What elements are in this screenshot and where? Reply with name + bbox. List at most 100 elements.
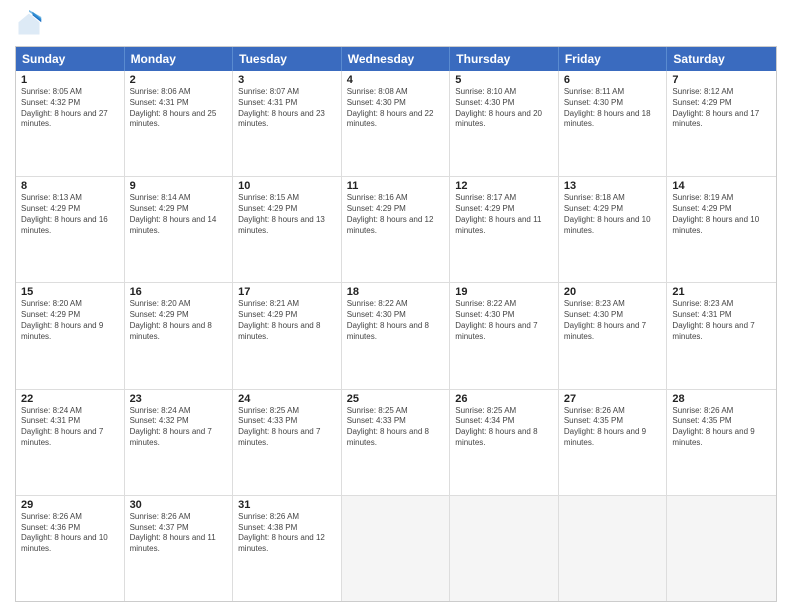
cell-info: Sunrise: 8:26 AMSunset: 4:36 PMDaylight:… <box>21 512 119 555</box>
day-cell-24: 24Sunrise: 8:25 AMSunset: 4:33 PMDayligh… <box>233 390 342 495</box>
day-cell-8: 8Sunrise: 8:13 AMSunset: 4:29 PMDaylight… <box>16 177 125 282</box>
cell-info: Sunrise: 8:14 AMSunset: 4:29 PMDaylight:… <box>130 193 228 236</box>
cell-info: Sunrise: 8:10 AMSunset: 4:30 PMDaylight:… <box>455 87 553 130</box>
day-cell-11: 11Sunrise: 8:16 AMSunset: 4:29 PMDayligh… <box>342 177 451 282</box>
weekday-header-thursday: Thursday <box>450 47 559 71</box>
day-number: 3 <box>238 74 336 86</box>
calendar-row-4: 22Sunrise: 8:24 AMSunset: 4:31 PMDayligh… <box>16 389 776 495</box>
day-cell-16: 16Sunrise: 8:20 AMSunset: 4:29 PMDayligh… <box>125 283 234 388</box>
day-cell-6: 6Sunrise: 8:11 AMSunset: 4:30 PMDaylight… <box>559 71 668 176</box>
day-cell-29: 29Sunrise: 8:26 AMSunset: 4:36 PMDayligh… <box>16 496 125 601</box>
cell-info: Sunrise: 8:20 AMSunset: 4:29 PMDaylight:… <box>21 299 119 342</box>
day-number: 6 <box>564 74 662 86</box>
calendar-row-3: 15Sunrise: 8:20 AMSunset: 4:29 PMDayligh… <box>16 282 776 388</box>
day-number: 23 <box>130 393 228 405</box>
day-number: 14 <box>672 180 771 192</box>
cell-info: Sunrise: 8:26 AMSunset: 4:38 PMDaylight:… <box>238 512 336 555</box>
cell-info: Sunrise: 8:05 AMSunset: 4:32 PMDaylight:… <box>21 87 119 130</box>
day-number: 16 <box>130 286 228 298</box>
cell-info: Sunrise: 8:12 AMSunset: 4:29 PMDaylight:… <box>672 87 771 130</box>
cell-info: Sunrise: 8:07 AMSunset: 4:31 PMDaylight:… <box>238 87 336 130</box>
day-number: 8 <box>21 180 119 192</box>
day-cell-27: 27Sunrise: 8:26 AMSunset: 4:35 PMDayligh… <box>559 390 668 495</box>
empty-cell <box>342 496 451 601</box>
day-cell-26: 26Sunrise: 8:25 AMSunset: 4:34 PMDayligh… <box>450 390 559 495</box>
day-cell-28: 28Sunrise: 8:26 AMSunset: 4:35 PMDayligh… <box>667 390 776 495</box>
cell-info: Sunrise: 8:16 AMSunset: 4:29 PMDaylight:… <box>347 193 445 236</box>
cell-info: Sunrise: 8:21 AMSunset: 4:29 PMDaylight:… <box>238 299 336 342</box>
day-number: 26 <box>455 393 553 405</box>
cell-info: Sunrise: 8:24 AMSunset: 4:31 PMDaylight:… <box>21 406 119 449</box>
weekday-header-sunday: Sunday <box>16 47 125 71</box>
cell-info: Sunrise: 8:23 AMSunset: 4:30 PMDaylight:… <box>564 299 662 342</box>
calendar-row-2: 8Sunrise: 8:13 AMSunset: 4:29 PMDaylight… <box>16 176 776 282</box>
day-cell-2: 2Sunrise: 8:06 AMSunset: 4:31 PMDaylight… <box>125 71 234 176</box>
header <box>15 10 777 38</box>
day-cell-22: 22Sunrise: 8:24 AMSunset: 4:31 PMDayligh… <box>16 390 125 495</box>
page: SundayMondayTuesdayWednesdayThursdayFrid… <box>0 0 792 612</box>
day-cell-12: 12Sunrise: 8:17 AMSunset: 4:29 PMDayligh… <box>450 177 559 282</box>
day-cell-23: 23Sunrise: 8:24 AMSunset: 4:32 PMDayligh… <box>125 390 234 495</box>
day-number: 9 <box>130 180 228 192</box>
cell-info: Sunrise: 8:24 AMSunset: 4:32 PMDaylight:… <box>130 406 228 449</box>
day-cell-9: 9Sunrise: 8:14 AMSunset: 4:29 PMDaylight… <box>125 177 234 282</box>
day-cell-18: 18Sunrise: 8:22 AMSunset: 4:30 PMDayligh… <box>342 283 451 388</box>
day-cell-5: 5Sunrise: 8:10 AMSunset: 4:30 PMDaylight… <box>450 71 559 176</box>
day-cell-15: 15Sunrise: 8:20 AMSunset: 4:29 PMDayligh… <box>16 283 125 388</box>
cell-info: Sunrise: 8:26 AMSunset: 4:37 PMDaylight:… <box>130 512 228 555</box>
day-number: 27 <box>564 393 662 405</box>
day-number: 7 <box>672 74 771 86</box>
calendar-row-1: 1Sunrise: 8:05 AMSunset: 4:32 PMDaylight… <box>16 71 776 176</box>
logo <box>15 10 47 38</box>
day-cell-30: 30Sunrise: 8:26 AMSunset: 4:37 PMDayligh… <box>125 496 234 601</box>
cell-info: Sunrise: 8:20 AMSunset: 4:29 PMDaylight:… <box>130 299 228 342</box>
cell-info: Sunrise: 8:08 AMSunset: 4:30 PMDaylight:… <box>347 87 445 130</box>
day-cell-3: 3Sunrise: 8:07 AMSunset: 4:31 PMDaylight… <box>233 71 342 176</box>
logo-icon <box>15 10 43 38</box>
cell-info: Sunrise: 8:26 AMSunset: 4:35 PMDaylight:… <box>672 406 771 449</box>
cell-info: Sunrise: 8:25 AMSunset: 4:33 PMDaylight:… <box>238 406 336 449</box>
cell-info: Sunrise: 8:22 AMSunset: 4:30 PMDaylight:… <box>455 299 553 342</box>
weekday-header-tuesday: Tuesday <box>233 47 342 71</box>
day-cell-17: 17Sunrise: 8:21 AMSunset: 4:29 PMDayligh… <box>233 283 342 388</box>
day-number: 25 <box>347 393 445 405</box>
day-cell-21: 21Sunrise: 8:23 AMSunset: 4:31 PMDayligh… <box>667 283 776 388</box>
day-number: 30 <box>130 499 228 511</box>
empty-cell <box>450 496 559 601</box>
day-number: 20 <box>564 286 662 298</box>
day-cell-1: 1Sunrise: 8:05 AMSunset: 4:32 PMDaylight… <box>16 71 125 176</box>
calendar: SundayMondayTuesdayWednesdayThursdayFrid… <box>15 46 777 602</box>
weekday-header-friday: Friday <box>559 47 668 71</box>
cell-info: Sunrise: 8:18 AMSunset: 4:29 PMDaylight:… <box>564 193 662 236</box>
day-number: 13 <box>564 180 662 192</box>
day-cell-14: 14Sunrise: 8:19 AMSunset: 4:29 PMDayligh… <box>667 177 776 282</box>
day-cell-7: 7Sunrise: 8:12 AMSunset: 4:29 PMDaylight… <box>667 71 776 176</box>
day-cell-19: 19Sunrise: 8:22 AMSunset: 4:30 PMDayligh… <box>450 283 559 388</box>
day-cell-31: 31Sunrise: 8:26 AMSunset: 4:38 PMDayligh… <box>233 496 342 601</box>
day-cell-25: 25Sunrise: 8:25 AMSunset: 4:33 PMDayligh… <box>342 390 451 495</box>
empty-cell <box>667 496 776 601</box>
calendar-body: 1Sunrise: 8:05 AMSunset: 4:32 PMDaylight… <box>16 71 776 601</box>
day-cell-20: 20Sunrise: 8:23 AMSunset: 4:30 PMDayligh… <box>559 283 668 388</box>
weekday-header-saturday: Saturday <box>667 47 776 71</box>
cell-info: Sunrise: 8:22 AMSunset: 4:30 PMDaylight:… <box>347 299 445 342</box>
day-cell-13: 13Sunrise: 8:18 AMSunset: 4:29 PMDayligh… <box>559 177 668 282</box>
cell-info: Sunrise: 8:26 AMSunset: 4:35 PMDaylight:… <box>564 406 662 449</box>
day-number: 24 <box>238 393 336 405</box>
cell-info: Sunrise: 8:15 AMSunset: 4:29 PMDaylight:… <box>238 193 336 236</box>
weekday-header-monday: Monday <box>125 47 234 71</box>
calendar-row-5: 29Sunrise: 8:26 AMSunset: 4:36 PMDayligh… <box>16 495 776 601</box>
day-number: 22 <box>21 393 119 405</box>
day-number: 12 <box>455 180 553 192</box>
day-number: 19 <box>455 286 553 298</box>
cell-info: Sunrise: 8:25 AMSunset: 4:34 PMDaylight:… <box>455 406 553 449</box>
empty-cell <box>559 496 668 601</box>
day-cell-4: 4Sunrise: 8:08 AMSunset: 4:30 PMDaylight… <box>342 71 451 176</box>
cell-info: Sunrise: 8:23 AMSunset: 4:31 PMDaylight:… <box>672 299 771 342</box>
cell-info: Sunrise: 8:13 AMSunset: 4:29 PMDaylight:… <box>21 193 119 236</box>
cell-info: Sunrise: 8:06 AMSunset: 4:31 PMDaylight:… <box>130 87 228 130</box>
calendar-header: SundayMondayTuesdayWednesdayThursdayFrid… <box>16 47 776 71</box>
day-number: 5 <box>455 74 553 86</box>
day-number: 15 <box>21 286 119 298</box>
day-number: 1 <box>21 74 119 86</box>
